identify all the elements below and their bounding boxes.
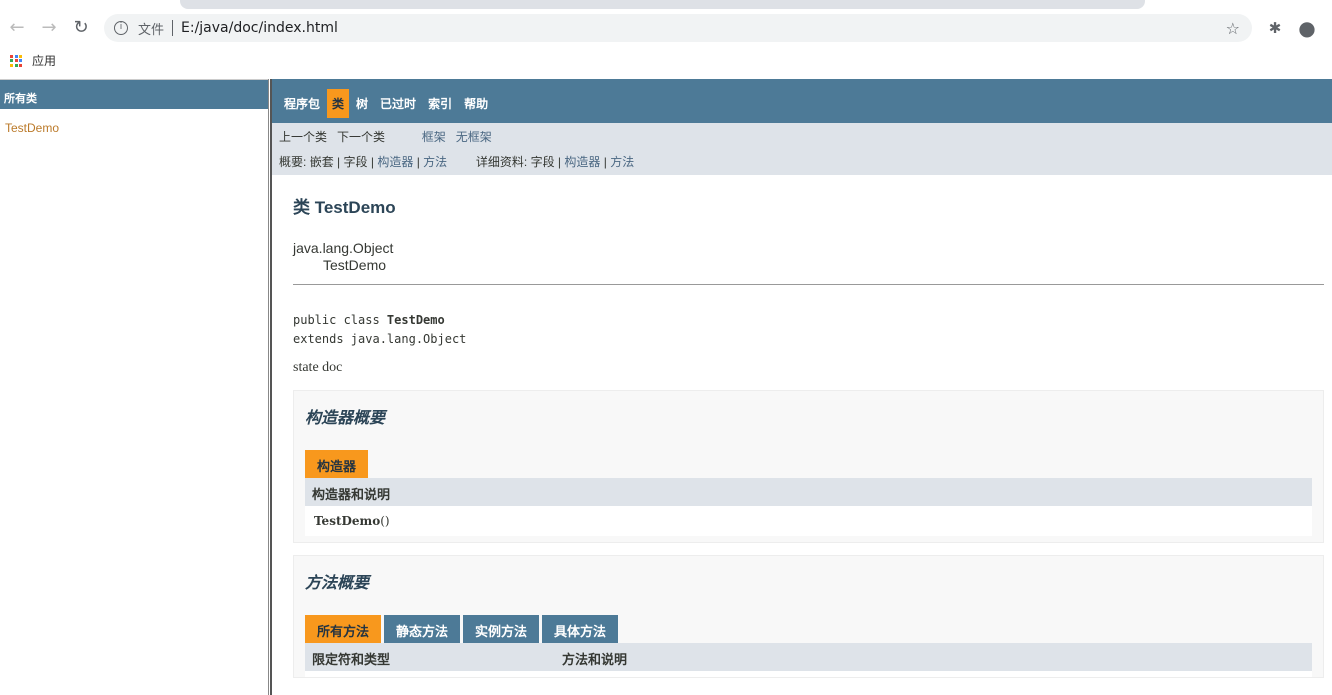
detail-field: 字段 <box>530 155 555 169</box>
method-desc-header: 方法和说明 <box>562 652 628 667</box>
extensions-icon[interactable]: ✱ <box>1264 17 1286 39</box>
constructor-summary-heading: 构造器概要 <box>305 410 386 427</box>
profile-icon[interactable]: ● <box>1296 17 1318 39</box>
nav-help[interactable]: 帮助 <box>459 89 493 118</box>
nav-tree[interactable]: 树 <box>351 89 373 118</box>
top-nav: 程序包 类 树 已过时 索引 帮助 <box>272 79 1332 123</box>
sep: | <box>557 155 562 169</box>
bookmark-label: 应用 <box>32 54 57 68</box>
current-class: TestDemo <box>323 257 387 273</box>
table-row: TestDemo() <box>305 506 1312 536</box>
detail-method-link[interactable]: 方法 <box>610 155 634 169</box>
class-signature: public class TestDemo extends java.lang.… <box>293 311 1324 349</box>
bookmark-apps[interactable]: 应用 <box>10 52 56 69</box>
nav-deprecated[interactable]: 已过时 <box>375 89 421 118</box>
tab-concrete-methods[interactable]: 具体方法 <box>542 615 619 643</box>
nav-class: 类 <box>327 88 350 118</box>
class-title: 类 TestDemo <box>293 198 396 217</box>
sep: | <box>337 155 341 169</box>
class-description: state doc <box>293 360 343 375</box>
sep: | <box>370 155 374 169</box>
sig-extends: extends java.lang.Object <box>293 332 467 346</box>
sig-name: TestDemo <box>386 313 445 327</box>
forward-icon[interactable]: → <box>38 17 60 39</box>
tab-static-methods[interactable]: 静态方法 <box>384 615 461 643</box>
detail-constructor-link[interactable]: 构造器 <box>564 155 600 169</box>
nav-index[interactable]: 索引 <box>423 89 457 118</box>
parent-class: java.lang.Object <box>293 240 394 256</box>
tab-all-methods[interactable]: 所有方法 <box>305 615 382 643</box>
inheritance-tree: java.lang.Object TestDemo <box>293 240 1324 274</box>
sub-nav: 上一个类 下一个类 框架 无框架 概要: 嵌套 | 字段 | 构造器 | 方法 … <box>272 123 1332 175</box>
summary-constructor-link[interactable]: 构造器 <box>377 155 413 169</box>
reload-icon[interactable]: ↻ <box>70 17 92 39</box>
constructor-caption: 构造器 <box>305 450 369 478</box>
class-link[interactable]: TestDemo <box>5 121 263 135</box>
prev-class: 上一个类 <box>279 130 328 144</box>
constructor-args: () <box>380 514 390 528</box>
frames-link[interactable]: 框架 <box>422 130 446 144</box>
next-class: 下一个类 <box>337 130 386 144</box>
detail-label: 详细资料: <box>475 155 528 169</box>
tab-instance-methods[interactable]: 实例方法 <box>463 615 540 643</box>
summary-label: 概要: <box>279 155 307 169</box>
constructor-summary: 构造器概要 构造器 构造器和说明 TestDemo() <box>293 390 1324 543</box>
constructor-col-header: 构造器和说明 <box>312 487 391 502</box>
sig-prefix: public class <box>293 313 387 327</box>
info-icon[interactable]: i <box>114 21 128 35</box>
url-text[interactable]: E:/java/doc/index.html <box>181 20 338 36</box>
summary-method-link[interactable]: 方法 <box>423 155 447 169</box>
all-classes-frame: 所有类 TestDemo <box>0 79 268 695</box>
constructor-link[interactable]: TestDemo <box>314 514 380 528</box>
table-row <box>305 671 1312 677</box>
class-frame: 程序包 类 树 已过时 索引 帮助 上一个类 下一个类 框架 无框架 概要: 嵌… <box>272 79 1332 678</box>
nav-package[interactable]: 程序包 <box>279 89 325 118</box>
back-icon[interactable]: ← <box>6 17 28 39</box>
no-frames-link[interactable]: 无框架 <box>456 130 492 144</box>
tab-strip <box>0 0 1332 10</box>
modifier-type-header: 限定符和类型 <box>312 652 391 667</box>
sep: | <box>603 155 607 169</box>
apps-grid-icon <box>10 54 22 67</box>
summary-field: 字段 <box>343 155 368 169</box>
method-summary-heading: 方法概要 <box>305 575 370 592</box>
sep: | <box>416 155 420 169</box>
divider <box>293 284 1324 285</box>
url-scheme: 文件 <box>138 22 165 38</box>
bookmark-star-icon[interactable]: ☆ <box>1226 19 1240 38</box>
all-classes-heading: 所有类 <box>0 80 268 109</box>
address-bar[interactable]: i 文件 E:/java/doc/index.html ☆ <box>104 14 1252 42</box>
method-summary: 方法概要 所有方法 静态方法 实例方法 具体方法 限定符和类型 方法和说明 <box>293 555 1324 678</box>
summary-nested: 嵌套 <box>309 155 334 169</box>
